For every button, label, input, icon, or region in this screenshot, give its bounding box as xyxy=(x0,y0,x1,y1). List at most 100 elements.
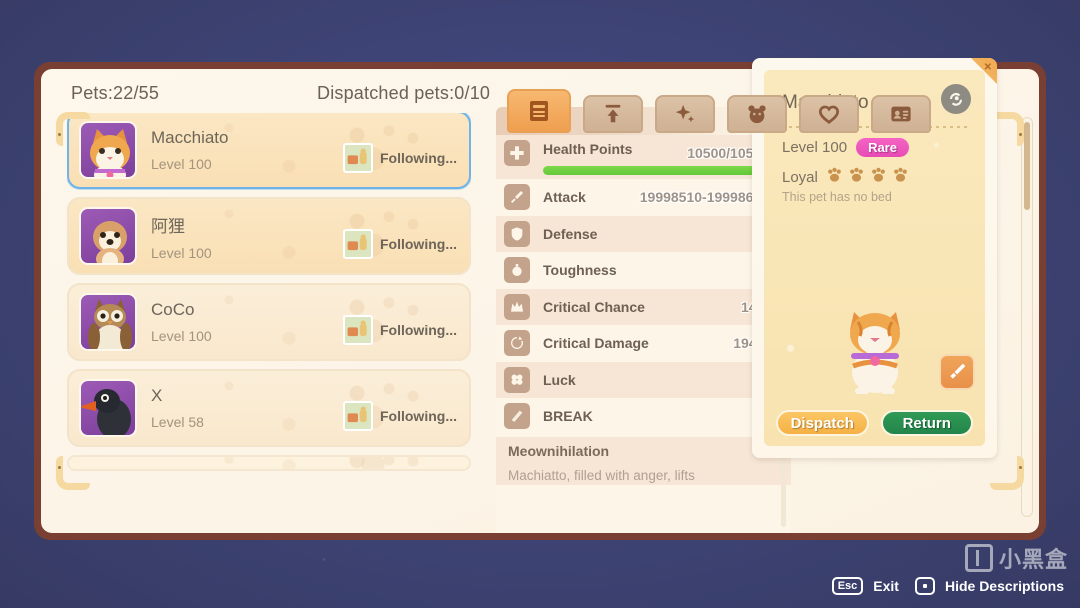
stat-row-break: BREAK 1 xyxy=(496,398,791,435)
heart-icon xyxy=(818,105,840,124)
stat-value: 19998510-19998620 xyxy=(639,189,769,206)
stat-label: Critical Chance xyxy=(543,298,645,315)
paw-swap-icon xyxy=(950,93,962,106)
tab-bar[interactable] xyxy=(507,89,931,133)
following-thumb-icon xyxy=(343,143,373,173)
stat-label: Health Points xyxy=(543,141,633,157)
card-bed-note: This pet has no bed xyxy=(782,190,892,204)
esc-key-icon[interactable]: Esc xyxy=(831,577,864,595)
key-dot-icon xyxy=(922,584,927,588)
stat-label: Defense xyxy=(543,225,598,242)
clover-icon xyxy=(504,366,530,393)
stat-label: Attack xyxy=(543,189,586,206)
card-action-buttons[interactable]: Dispatch Return xyxy=(776,410,973,436)
shield-icon xyxy=(504,220,530,247)
upgrade-arrow-icon xyxy=(605,104,621,123)
stat-row-defense: Defense 84 xyxy=(496,215,791,252)
tab-enhance[interactable] xyxy=(655,95,715,133)
crit-chance-icon xyxy=(504,293,530,320)
paw-icon xyxy=(870,166,887,188)
dispatch-button[interactable]: Dispatch xyxy=(776,410,869,436)
tab-favorites[interactable] xyxy=(799,95,859,133)
hide-descriptions-label[interactable]: Hide Descriptions xyxy=(945,578,1064,594)
return-button[interactable]: Return xyxy=(880,410,973,436)
corner-bracket xyxy=(56,112,90,146)
card-refresh-button[interactable] xyxy=(941,84,971,114)
stat-row-health-points: Health Points 10500/10500 xyxy=(496,135,791,179)
card-loyal-label: Loyal xyxy=(782,168,818,186)
list-item-status: Following... xyxy=(343,229,457,259)
paw-icon xyxy=(826,166,843,188)
list-item-status: Following... xyxy=(343,143,457,173)
list-item-ali[interactable]: 阿狸 Level 100 Following... xyxy=(67,197,471,275)
tab-stats[interactable] xyxy=(507,89,571,133)
ability-description: Machiatto, filled with anger, lifts xyxy=(496,464,791,485)
paw-icon xyxy=(848,166,865,188)
tab-costume[interactable] xyxy=(727,95,787,133)
health-bar-fill xyxy=(543,166,775,175)
list-item[interactable] xyxy=(67,455,471,471)
list-item-name: CoCo xyxy=(151,300,195,319)
card-level: Level 100 xyxy=(782,139,848,156)
list-item-info: Macchiato Level 100 xyxy=(151,128,228,172)
list-item-status: Following... xyxy=(343,401,457,431)
tab-upgrade[interactable] xyxy=(583,95,643,133)
pet-list[interactable]: Level 100 Following... xyxy=(67,113,471,519)
list-item-status-text: Following... xyxy=(380,150,457,166)
stats-list-icon xyxy=(530,101,548,121)
list-item-coco[interactable]: CoCo Level 100 Following... xyxy=(67,283,471,361)
list-item-macchiato[interactable]: Macchiato Level 100 Following... xyxy=(67,113,471,189)
stat-row-toughness: Toughness 10 xyxy=(496,252,791,289)
list-item-name: Macchiato xyxy=(151,128,229,147)
stats-panel: Stats ✦ ✦ Health Points 10500/10500 xyxy=(496,107,791,533)
list-item-level: Level 100 xyxy=(151,328,212,344)
avatar xyxy=(79,293,137,351)
crit-damage-icon xyxy=(504,330,530,357)
costume-bear-icon xyxy=(748,105,766,124)
watermark-logo-icon xyxy=(964,544,993,572)
list-item-level: Level 100 xyxy=(151,156,212,172)
paw-icon xyxy=(892,166,909,188)
ability-name-row: Meownihilation xyxy=(496,436,791,465)
list-item-x[interactable]: X Level 58 Following... xyxy=(67,369,471,447)
stat-label: Luck xyxy=(543,371,576,388)
card-pet-artwork xyxy=(836,308,914,395)
corner-bracket xyxy=(56,456,90,490)
sparkle-icon xyxy=(675,104,695,123)
following-thumb-icon xyxy=(343,229,373,259)
pets-count-label: Pets:22/55 xyxy=(71,83,160,103)
list-item-level: Level 58 xyxy=(151,414,204,430)
health-bar xyxy=(543,166,775,175)
pet-list-scrollbar[interactable] xyxy=(1021,117,1033,517)
break-icon xyxy=(504,403,530,430)
health-cross-icon xyxy=(504,140,530,166)
stats-rows: Health Points 10500/10500 Attack 1999851… xyxy=(496,135,791,533)
pet-list-scrollbar-thumb[interactable] xyxy=(1024,122,1030,210)
toggle-key-icon[interactable] xyxy=(914,577,935,595)
list-item-info: 阿狸 Level 100 xyxy=(151,212,212,261)
ability-name: Meownihilation xyxy=(508,442,610,459)
sword-icon xyxy=(950,363,966,379)
list-item-status: Following... xyxy=(343,315,457,345)
tab-profile[interactable] xyxy=(871,95,931,133)
watermark: 小黑盒 xyxy=(964,542,1068,574)
exit-label[interactable]: Exit xyxy=(873,578,899,594)
list-item-status-text: Following... xyxy=(380,236,457,252)
stat-label: BREAK xyxy=(543,408,593,425)
equip-weapon-button[interactable] xyxy=(939,354,975,390)
toughness-icon xyxy=(504,257,530,284)
watermark-text: 小黑盒 xyxy=(998,547,1068,572)
list-item-name: X xyxy=(151,386,163,405)
id-card-icon xyxy=(891,106,911,122)
ability-block: Meownihilation Machiatto, filled with an… xyxy=(496,436,791,485)
list-item-info: CoCo Level 100 xyxy=(151,300,212,344)
rarity-badge: Rare xyxy=(856,138,909,157)
avatar xyxy=(79,207,137,265)
bottom-hint-bar: Esc Exit Hide Descriptions xyxy=(831,574,1070,598)
stat-label: Critical Damage xyxy=(543,335,649,352)
avatar xyxy=(79,379,137,437)
list-item-name: 阿狸 xyxy=(151,216,185,236)
list-item-info: X Level 58 xyxy=(151,386,204,430)
list-item-level: Level 100 xyxy=(151,244,212,261)
card-loyalty-row: Loyal xyxy=(782,166,909,188)
